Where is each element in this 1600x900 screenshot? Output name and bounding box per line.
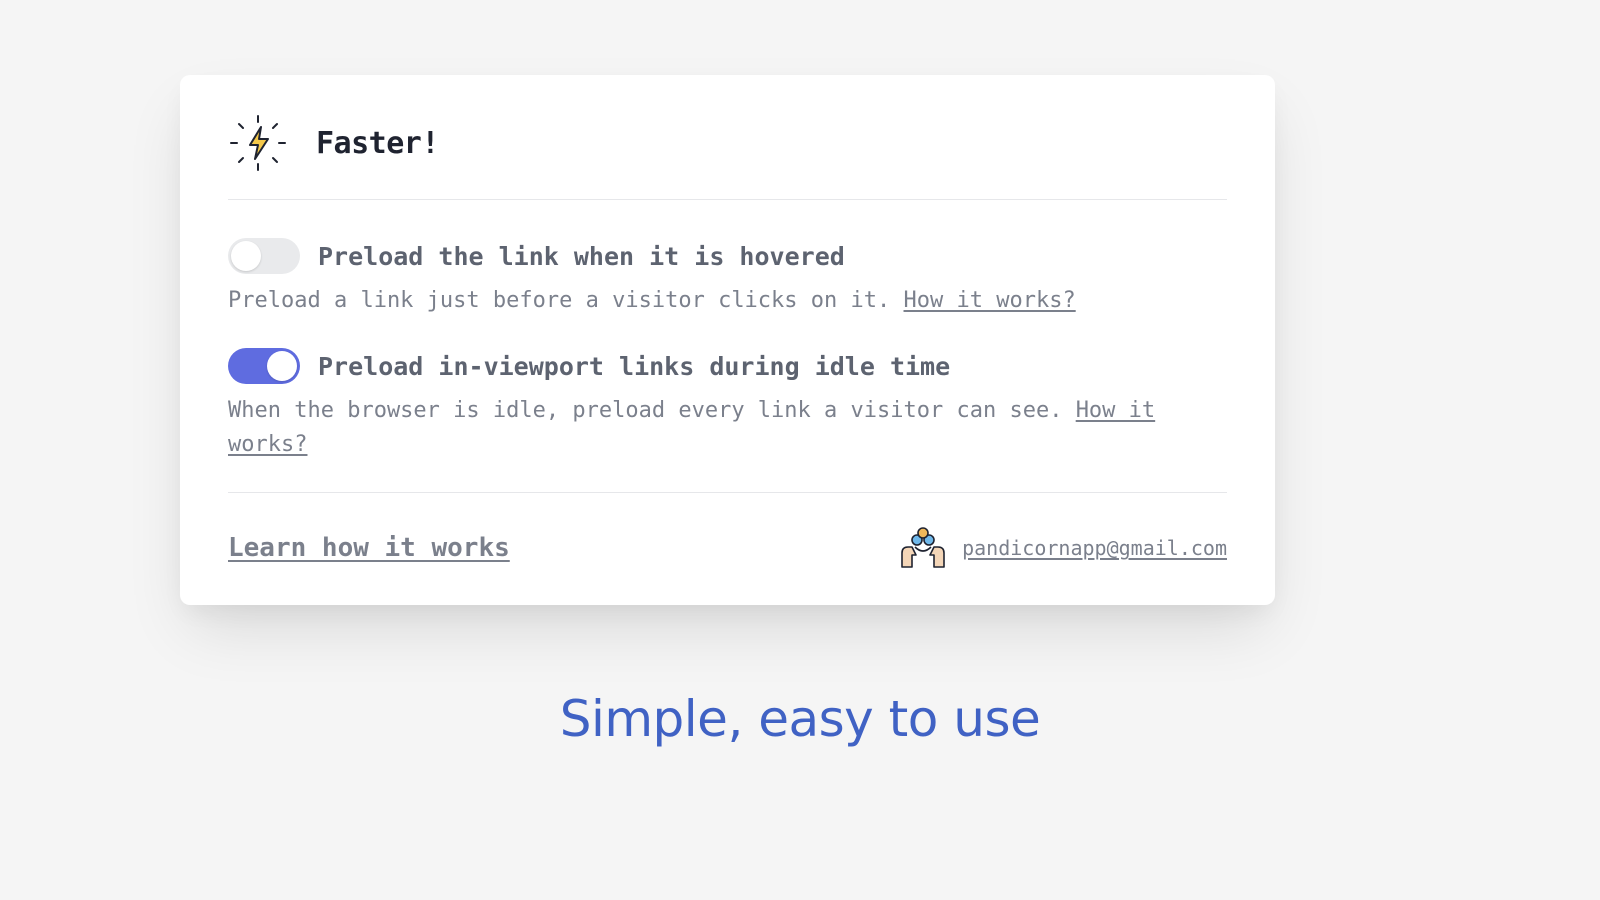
toggle-thumb [231, 241, 261, 271]
how-it-works-link[interactable]: How it works? [904, 288, 1076, 313]
lightning-burst-icon [228, 113, 288, 173]
learn-how-it-works-link[interactable]: Learn how it works [228, 533, 510, 563]
divider [228, 492, 1227, 493]
toggle-preload-viewport[interactable] [228, 348, 300, 384]
toggle-thumb [267, 351, 297, 381]
toggle-preload-hover[interactable] [228, 238, 300, 274]
contact-block: pandicornapp@gmail.com [898, 525, 1227, 571]
card-footer: Learn how it works pandicornapp@gmail.co… [228, 525, 1227, 571]
setting-preload-hover: Preload the link when it is hovered Prel… [228, 238, 1227, 318]
description-text: Preload a link just before a visitor cli… [228, 288, 904, 313]
setting-description: When the browser is idle, preload every … [228, 394, 1227, 462]
card-header: Faster! [228, 113, 1227, 173]
settings-card: Faster! Preload the link when it is hove… [180, 75, 1275, 605]
setting-label: Preload in-viewport links during idle ti… [318, 352, 950, 381]
setting-head: Preload in-viewport links during idle ti… [228, 348, 1227, 384]
description-text: When the browser is idle, preload every … [228, 398, 1076, 423]
card-title: Faster! [316, 126, 439, 161]
setting-description: Preload a link just before a visitor cli… [228, 284, 1227, 318]
contact-email-link[interactable]: pandicornapp@gmail.com [962, 536, 1227, 560]
divider [228, 199, 1227, 200]
setting-head: Preload the link when it is hovered [228, 238, 1227, 274]
setting-label: Preload the link when it is hovered [318, 242, 845, 271]
tagline-text: Simple, easy to use [0, 690, 1600, 748]
setting-preload-viewport: Preload in-viewport links during idle ti… [228, 348, 1227, 462]
hands-supporting-people-icon [898, 525, 948, 571]
